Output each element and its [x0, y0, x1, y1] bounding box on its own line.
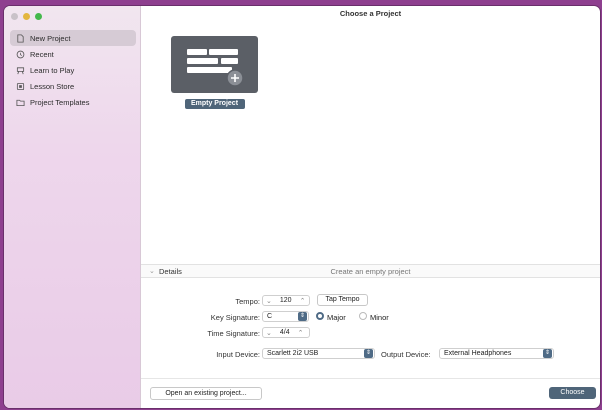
footer-bar: Open an existing project... Choose — [141, 378, 600, 408]
tempo-value: 120 — [279, 297, 292, 304]
new-document-icon — [17, 33, 24, 43]
select-arrows-icon: ⇕ — [543, 349, 552, 358]
tempo-stepper[interactable]: ⌄ 120 ⌃ — [262, 295, 310, 306]
close-window-button[interactable] — [11, 13, 18, 20]
music-stand-icon — [16, 66, 25, 74]
window-controls — [11, 13, 42, 20]
sidebar: New Project Recent Learn to Play Lesson … — [4, 6, 141, 408]
output-device-value: External Headphones — [444, 350, 512, 357]
major-label: Major — [327, 313, 346, 322]
details-description: Create an empty project — [330, 267, 411, 276]
tempo-label: Tempo: — [235, 297, 260, 306]
chevron-up-icon[interactable]: ⌃ — [298, 329, 304, 337]
output-device-select[interactable]: External Headphones ⇕ — [439, 348, 554, 359]
project-chooser-window: New Project Recent Learn to Play Lesson … — [4, 6, 600, 408]
minimize-window-button[interactable] — [23, 13, 30, 20]
minor-label: Minor — [370, 313, 389, 322]
time-signature-stepper[interactable]: ⌄ 4/4 ⌃ — [262, 327, 310, 338]
time-signature-label: Time Signature: — [207, 329, 260, 338]
sidebar-item-label: Recent — [30, 49, 54, 59]
sidebar-item-label: New Project — [30, 33, 71, 43]
window-title: Choose a Project — [339, 9, 402, 18]
input-device-select[interactable]: Scarlett 2i2 USB ⇕ — [262, 348, 375, 359]
chevron-down-icon[interactable]: ⌄ — [266, 297, 272, 305]
sidebar-item-label: Lesson Store — [30, 81, 75, 91]
sidebar-item-learn-to-play[interactable]: Learn to Play — [10, 62, 136, 78]
chevron-up-icon[interactable]: ⌃ — [300, 297, 306, 305]
sidebar-item-new-project[interactable]: New Project — [10, 30, 136, 46]
folder-icon — [16, 99, 25, 106]
key-signature-value: C — [267, 313, 273, 320]
sidebar-item-label: Project Templates — [30, 97, 90, 107]
sidebar-item-label: Learn to Play — [30, 65, 75, 75]
output-device-label: Output Device: — [381, 350, 431, 359]
chevron-down-icon[interactable]: ⌄ — [266, 329, 272, 337]
sidebar-item-lesson-store[interactable]: Lesson Store — [10, 78, 136, 94]
key-signature-label: Key Signature: — [210, 313, 260, 322]
store-icon — [16, 82, 25, 90]
clock-icon — [16, 50, 25, 58]
key-signature-select[interactable]: C ⇕ — [262, 311, 309, 322]
select-arrows-icon: ⇕ — [364, 349, 373, 358]
open-existing-project-button[interactable]: Open an existing project... — [150, 387, 262, 400]
empty-project-label: Empty Project — [184, 99, 245, 109]
time-signature-value: 4/4 — [279, 329, 290, 336]
zoom-window-button[interactable] — [35, 13, 42, 20]
tap-tempo-button[interactable]: Tap Tempo — [317, 294, 368, 306]
input-device-label: Input Device: — [216, 350, 260, 359]
sidebar-item-recent[interactable]: Recent — [10, 46, 136, 62]
sidebar-list: New Project Recent Learn to Play Lesson … — [10, 30, 136, 110]
choose-button[interactable]: Choose — [549, 387, 596, 399]
details-header[interactable]: ⌄ Details Create an empty project — [141, 264, 600, 278]
input-device-value: Scarlett 2i2 USB — [267, 350, 319, 357]
minor-radio[interactable] — [359, 312, 367, 320]
sidebar-item-project-templates[interactable]: Project Templates — [10, 94, 136, 110]
empty-project-tile[interactable]: Empty Project — [171, 36, 258, 109]
keyboard-plus-icon — [171, 36, 258, 93]
select-arrows-icon: ⇕ — [298, 312, 307, 321]
main-pane: Choose a Project Empty Project ⌄ Details… — [141, 6, 600, 408]
major-radio[interactable] — [316, 312, 324, 320]
